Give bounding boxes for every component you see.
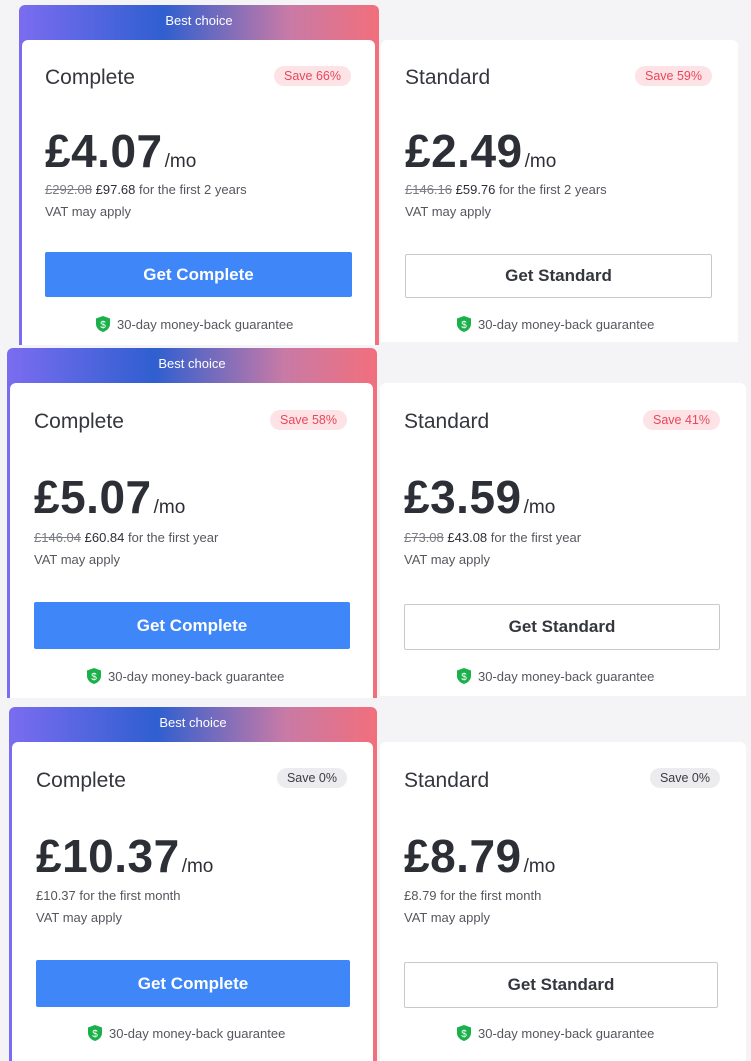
billing-term: for the first 2 years — [139, 182, 247, 197]
plan-card-standard: Standard Save 41% £3.59/mo £73.08 £43.08… — [380, 383, 746, 696]
get-standard-button[interactable]: Get Standard — [404, 962, 718, 1008]
get-standard-button[interactable]: Get Standard — [405, 254, 712, 298]
plan-name: Complete — [45, 66, 135, 89]
guarantee-text: 30-day money-back guarantee — [478, 669, 655, 684]
shield-check-icon: $ — [87, 668, 101, 684]
money-back-guarantee: $30-day money-back guarantee — [457, 668, 654, 684]
price-amount: £3.59 — [404, 471, 522, 523]
billing-details: £292.08 £97.68 for the first 2 years — [45, 182, 247, 197]
plan-card-complete: Complete Save 58% £5.07/mo £146.04 £60.8… — [10, 383, 373, 698]
vat-note: VAT may apply — [404, 910, 490, 925]
guarantee-text: 30-day money-back guarantee — [478, 1026, 655, 1041]
original-price: £73.08 — [404, 530, 444, 545]
price-period: /mo — [523, 856, 556, 877]
discounted-price: £97.68 — [95, 182, 136, 197]
monthly-price: £5.07/mo — [34, 470, 185, 524]
shield-check-icon: $ — [457, 1025, 471, 1041]
billing-term: for the first 2 years — [499, 182, 607, 197]
vat-note: VAT may apply — [405, 204, 491, 219]
guarantee-text: 30-day money-back guarantee — [478, 317, 655, 332]
save-badge: Save 58% — [270, 410, 347, 430]
get-complete-button[interactable]: Get Complete — [45, 252, 352, 297]
get-complete-button[interactable]: Get Complete — [34, 602, 350, 649]
discounted-price: £60.84 — [84, 530, 125, 545]
plan-name: Standard — [404, 769, 490, 792]
save-badge: Save 0% — [649, 768, 720, 788]
price-period: /mo — [181, 856, 214, 877]
price-amount: £5.07 — [34, 471, 152, 523]
plan-card-standard: Standard Save 59% £2.49/mo £146.16 £59.7… — [381, 40, 738, 342]
plan-name: Complete — [34, 410, 124, 433]
svg-text:$: $ — [92, 1029, 98, 1040]
original-price: £146.04 — [34, 530, 81, 545]
best-choice-frame: Best choice Complete Save 66% £4.07/mo £… — [19, 5, 379, 345]
guarantee-text: 30-day money-back guarantee — [117, 317, 294, 332]
billing-details: £8.79 for the first month — [404, 888, 542, 903]
billing-term: for the first year — [128, 530, 219, 545]
original-price: £146.16 — [405, 182, 452, 197]
price-amount: £4.07 — [45, 125, 163, 177]
billing-details: £10.37 for the first month — [36, 888, 181, 903]
best-choice-frame: Best choice Complete Save 58% £5.07/mo £… — [7, 348, 377, 698]
discounted-price: £43.08 — [447, 530, 488, 545]
billing-term: for the first year — [490, 530, 582, 545]
guarantee-text: 30-day money-back guarantee — [109, 1026, 286, 1041]
vat-note: VAT may apply — [36, 910, 122, 925]
svg-text:$: $ — [461, 672, 467, 683]
shield-check-icon: $ — [96, 316, 110, 332]
monthly-price: £4.07/mo — [45, 124, 196, 178]
svg-text:$: $ — [461, 320, 467, 331]
svg-text:$: $ — [461, 1029, 467, 1040]
vat-note: VAT may apply — [34, 552, 120, 567]
money-back-guarantee: $30-day money-back guarantee — [457, 1025, 654, 1041]
guarantee-text: 30-day money-back guarantee — [108, 669, 285, 684]
price-amount: £2.49 — [405, 125, 523, 177]
plan-card-complete: Complete Save 0% £10.37/mo £10.37 for th… — [12, 742, 373, 1061]
billing-details: £73.08 £43.08 for the first year — [404, 530, 581, 545]
save-badge: Save 0% — [276, 768, 347, 788]
vat-note: VAT may apply — [404, 552, 490, 567]
vat-note: VAT may apply — [45, 204, 131, 219]
save-badge: Save 59% — [635, 66, 712, 86]
get-complete-button[interactable]: Get Complete — [36, 960, 350, 1007]
get-standard-button[interactable]: Get Standard — [404, 604, 720, 650]
money-back-guarantee: $30-day money-back guarantee — [88, 1025, 285, 1041]
shield-check-icon: $ — [457, 316, 471, 332]
monthly-price: £2.49/mo — [405, 124, 556, 178]
monthly-price: £3.59/mo — [404, 470, 555, 524]
monthly-price: £8.79/mo — [404, 829, 555, 883]
original-price: £292.08 — [45, 182, 92, 197]
billing-details: £146.04 £60.84 for the first year — [34, 530, 218, 545]
plan-name: Standard — [405, 66, 491, 89]
svg-text:$: $ — [91, 672, 97, 683]
plan-name: Complete — [36, 769, 126, 792]
best-choice-label: Best choice — [165, 13, 233, 28]
billing-details: £146.16 £59.76 for the first 2 years — [405, 182, 607, 197]
best-choice-label: Best choice — [159, 715, 227, 730]
money-back-guarantee: $30-day money-back guarantee — [87, 668, 284, 684]
discounted-price: £59.76 — [455, 182, 496, 197]
plan-card-complete: Complete Save 66% £4.07/mo £292.08 £97.6… — [22, 40, 375, 345]
save-badge: Save 66% — [274, 66, 351, 86]
svg-text:$: $ — [100, 320, 106, 331]
best-choice-label: Best choice — [158, 356, 226, 371]
shield-check-icon: $ — [88, 1025, 102, 1041]
plan-card-standard: Standard Save 0% £8.79/mo £8.79 for the … — [380, 742, 746, 1061]
best-choice-frame: Best choice Complete Save 0% £10.37/mo £… — [9, 707, 377, 1061]
save-badge: Save 41% — [643, 410, 720, 430]
price-period: /mo — [523, 497, 556, 518]
plan-name: Standard — [404, 410, 490, 433]
price-period: /mo — [524, 151, 557, 172]
money-back-guarantee: $30-day money-back guarantee — [96, 316, 293, 332]
monthly-price: £10.37/mo — [36, 829, 213, 883]
shield-check-icon: $ — [457, 668, 471, 684]
price-period: /mo — [164, 151, 197, 172]
price-period: /mo — [153, 497, 186, 518]
price-amount: £10.37 — [36, 830, 180, 882]
money-back-guarantee: $30-day money-back guarantee — [457, 316, 654, 332]
price-amount: £8.79 — [404, 830, 522, 882]
